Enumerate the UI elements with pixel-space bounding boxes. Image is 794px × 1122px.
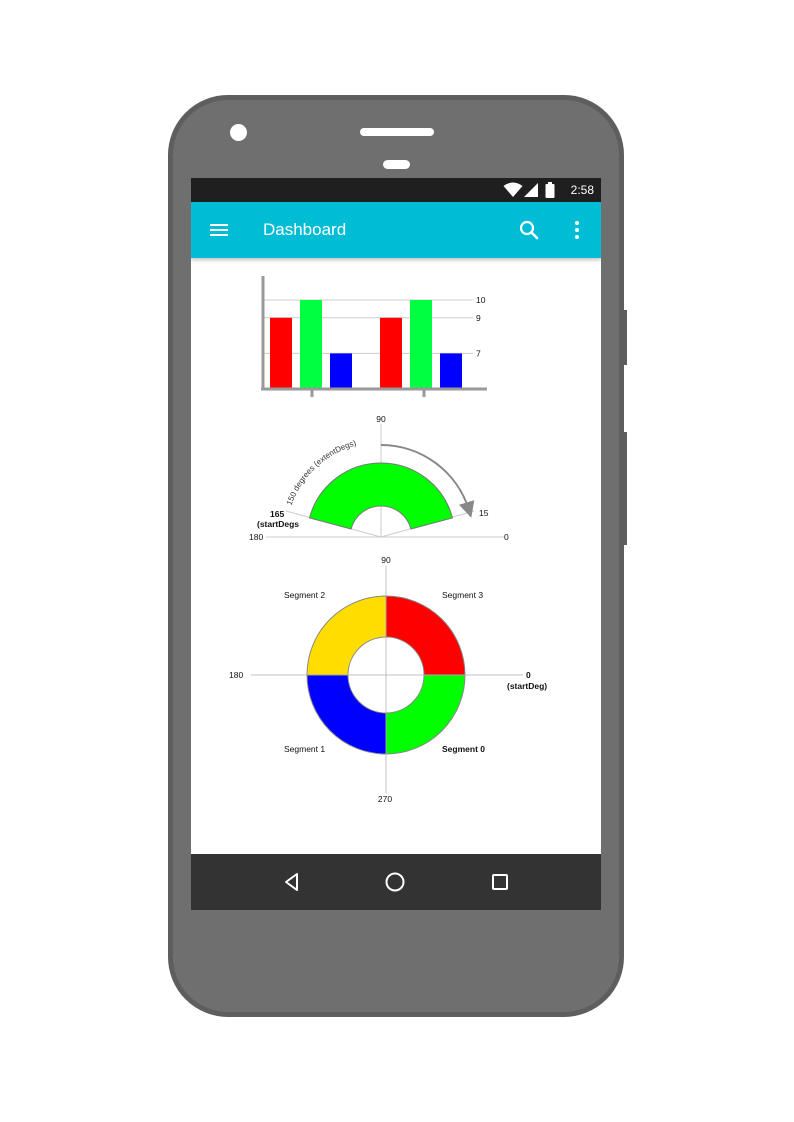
bar	[270, 317, 292, 389]
home-icon[interactable]	[383, 870, 407, 894]
page-title: Dashboard	[263, 220, 347, 239]
app-bar: Dashboard	[191, 202, 601, 258]
bar	[440, 353, 462, 389]
bar	[300, 300, 322, 389]
search-icon[interactable]	[517, 218, 541, 242]
donut-right-value: 0	[526, 670, 531, 680]
cell-signal-icon	[524, 183, 538, 197]
donut-left-label: 180	[229, 670, 243, 680]
gauge-end-label: 15	[479, 508, 489, 518]
screen: 2:58 Dashboard 7 9 10 150 degrees (exten…	[191, 178, 601, 910]
dashboard-content: 7 9 10 150 degrees (extentDegs) 90 15 180 …	[191, 258, 601, 854]
y-tick-label: 10	[476, 295, 486, 305]
bar	[330, 353, 352, 389]
battery-icon	[545, 182, 555, 198]
segment-2-label: Segment 2	[284, 590, 325, 600]
gauge-axis-right-label: 0	[504, 532, 509, 542]
donut-chart: 90 180 270 0 (startDeg) Segment 2 Segmen…	[229, 555, 547, 804]
wifi-icon	[503, 182, 523, 197]
donut-right-label: (startDeg)	[507, 681, 547, 691]
bar	[410, 300, 432, 389]
y-tick-label: 7	[476, 348, 481, 358]
proximity-sensor	[383, 160, 410, 169]
status-time: 2:58	[570, 183, 594, 197]
system-nav-bar	[191, 854, 601, 910]
donut-segment-0	[385, 674, 466, 755]
bar-chart: 7 9 10	[261, 276, 487, 397]
gauge-start-value: 165	[270, 509, 284, 519]
back-icon[interactable]	[280, 870, 304, 894]
donut-segment-1	[306, 674, 387, 755]
donut-top-label: 90	[381, 555, 391, 565]
bar	[380, 317, 402, 389]
power-button	[622, 310, 627, 365]
gauge-axis-left-label: 180	[249, 532, 263, 542]
gauge-top-label: 90	[376, 414, 386, 424]
menu-icon[interactable]	[207, 218, 231, 242]
segment-1-label: Segment 1	[284, 744, 325, 754]
segment-3-label: Segment 3	[442, 590, 483, 600]
donut-segment-2	[306, 595, 387, 676]
y-tick-label: 9	[476, 313, 481, 323]
donut-segment-3	[385, 595, 466, 676]
earpiece-speaker	[360, 128, 434, 136]
status-bar: 2:58	[191, 178, 601, 202]
gauge-start-label: (startDegs	[257, 519, 299, 529]
recents-icon[interactable]	[488, 870, 512, 894]
segment-0-label: Segment 0	[442, 744, 485, 754]
volume-button	[622, 432, 627, 545]
more-vert-icon[interactable]	[565, 218, 589, 242]
donut-bottom-label: 270	[378, 794, 392, 804]
front-camera	[230, 124, 247, 141]
